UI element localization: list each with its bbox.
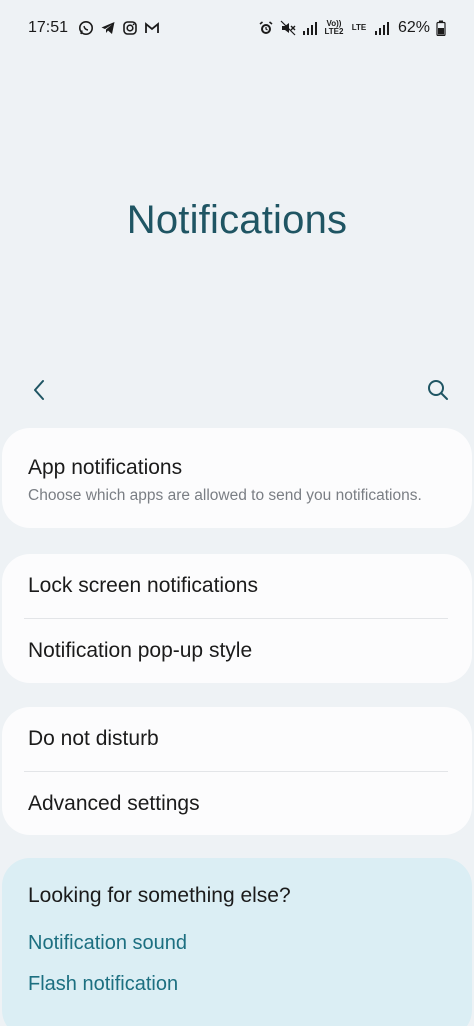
back-button[interactable] [24, 374, 56, 406]
advanced-settings-title: Advanced settings [28, 792, 200, 815]
do-not-disturb-title: Do not disturb [28, 727, 159, 750]
app-notifications-item[interactable]: App notifications Choose which apps are … [2, 428, 472, 528]
status-time: 17:51 [28, 19, 69, 36]
suggestions-card: Looking for something else? Notification… [2, 858, 472, 1026]
app-notifications-subtitle: Choose which apps are allowed to send yo… [28, 486, 422, 504]
signal-icon-2 [374, 20, 390, 36]
lock-screen-notifications-title: Lock screen notifications [28, 574, 258, 597]
battery-percent: 62% [397, 19, 430, 36]
notification-popup-style-title: Notification pop-up style [28, 639, 253, 662]
suggestions-title: Looking for something else? [28, 884, 291, 907]
lock-popup-card: Lock screen notifications Notification p… [2, 554, 472, 683]
battery-icon [436, 20, 446, 36]
notification-popup-style-item[interactable]: Notification pop-up style [2, 619, 472, 683]
status-right: Vo)) LTE2 LTE 62% [258, 19, 446, 37]
notification-sound-link[interactable]: Notification sound [28, 932, 446, 955]
signal-icon [302, 20, 318, 36]
mute-icon [280, 20, 296, 36]
notifications-screen: 17:51 Vo)) LTE2 LTE 62% Notifications Ap… [0, 0, 474, 1026]
lock-screen-notifications-item[interactable]: Lock screen notifications [2, 554, 472, 618]
dnd-advanced-card: Do not disturb Advanced settings [2, 707, 472, 835]
page-title: Notifications [126, 198, 348, 242]
advanced-settings-item[interactable]: Advanced settings [2, 772, 472, 836]
search-icon [428, 380, 448, 400]
app-notifications-title: App notifications [28, 455, 183, 479]
lte-icon: LTE [351, 23, 367, 32]
volte-icon: Vo)) LTE2 [324, 19, 344, 36]
do-not-disturb-item[interactable]: Do not disturb [2, 707, 472, 771]
alarm-icon [258, 20, 274, 36]
status-left: 17:51 [28, 19, 160, 37]
app-notifications-card: App notifications Choose which apps are … [2, 428, 472, 528]
telegram-icon [100, 20, 116, 36]
toolbar [0, 366, 474, 414]
status-bar: 17:51 Vo)) LTE2 LTE 62% [0, 0, 474, 56]
gmail-icon [144, 20, 160, 36]
flash-notification-link[interactable]: Flash notification [28, 973, 446, 996]
whatsapp-icon [78, 20, 94, 36]
chevron-left-icon [34, 380, 44, 400]
instagram-icon [122, 20, 138, 36]
search-button[interactable] [422, 374, 454, 406]
